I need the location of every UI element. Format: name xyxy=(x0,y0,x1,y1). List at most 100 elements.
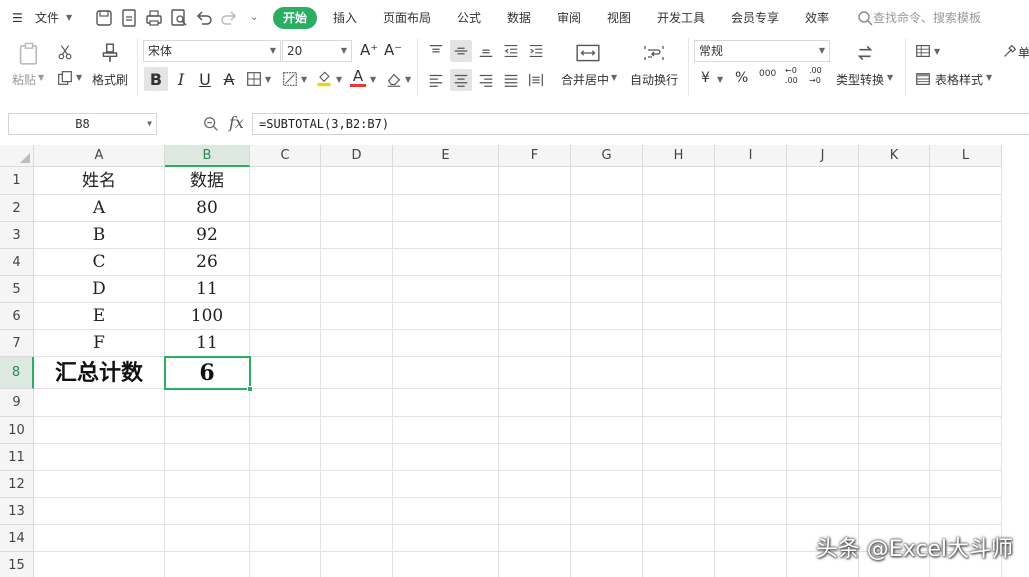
cell-h5[interactable] xyxy=(643,276,715,303)
cell-c13[interactable] xyxy=(250,498,321,525)
cell-i11[interactable] xyxy=(715,444,787,471)
column-header-h[interactable]: H xyxy=(643,145,715,167)
cell-b13[interactable] xyxy=(165,498,250,525)
cell-k5[interactable] xyxy=(859,276,930,303)
file-chevron-down-icon[interactable]: ▼ xyxy=(66,8,72,28)
cell-g9[interactable] xyxy=(571,389,643,417)
percent-button[interactable]: % xyxy=(735,70,748,86)
cell-g15[interactable] xyxy=(571,552,643,577)
number-format-select[interactable]: 常规 ▼ xyxy=(694,40,830,62)
row-header-5[interactable]: 5 xyxy=(0,276,34,303)
bold-button[interactable]: B xyxy=(144,67,168,91)
undo-icon[interactable] xyxy=(194,8,214,28)
cell-g1[interactable] xyxy=(571,167,643,195)
cell-a12[interactable] xyxy=(34,471,165,498)
cell-f4[interactable] xyxy=(499,249,571,276)
cell-a15[interactable] xyxy=(34,552,165,577)
cell-d8[interactable] xyxy=(321,357,393,389)
cell-e14[interactable] xyxy=(393,525,499,552)
tab-developer[interactable]: 开发工具 xyxy=(657,8,705,28)
cell-j2[interactable] xyxy=(787,195,859,222)
cell-a13[interactable] xyxy=(34,498,165,525)
cell-h13[interactable] xyxy=(643,498,715,525)
cell-a4[interactable]: C xyxy=(34,249,165,276)
cell-h4[interactable] xyxy=(643,249,715,276)
cell-b5[interactable]: 11 xyxy=(165,276,250,303)
cell-d2[interactable] xyxy=(321,195,393,222)
cell-d10[interactable] xyxy=(321,417,393,444)
cell-f3[interactable] xyxy=(499,222,571,249)
cell-c4[interactable] xyxy=(250,249,321,276)
align-left-icon[interactable] xyxy=(425,69,447,91)
increase-indent-icon[interactable] xyxy=(525,40,547,62)
clear-format-chevron-icon[interactable]: ▼ xyxy=(405,75,411,84)
zoom-search-icon[interactable] xyxy=(202,115,220,133)
cell-f14[interactable] xyxy=(499,525,571,552)
cell-l10[interactable] xyxy=(930,417,1002,444)
cell-c2[interactable] xyxy=(250,195,321,222)
row-header-14[interactable]: 14 xyxy=(0,525,34,552)
cell-j1[interactable] xyxy=(787,167,859,195)
cell-k9[interactable] xyxy=(859,389,930,417)
cell-d5[interactable] xyxy=(321,276,393,303)
cell-l2[interactable] xyxy=(930,195,1002,222)
redo-icon[interactable] xyxy=(219,8,239,28)
cell-l4[interactable] xyxy=(930,249,1002,276)
currency-chevron-icon[interactable]: ▼ xyxy=(717,75,723,84)
print-preview-icon[interactable] xyxy=(169,8,189,28)
cell-l1[interactable] xyxy=(930,167,1002,195)
cell-d13[interactable] xyxy=(321,498,393,525)
cell-j5[interactable] xyxy=(787,276,859,303)
cell-k3[interactable] xyxy=(859,222,930,249)
conditional-format-chevron-icon[interactable]: ▼ xyxy=(934,47,940,56)
cell-e5[interactable] xyxy=(393,276,499,303)
column-header-g[interactable]: G xyxy=(571,145,643,167)
cell-k4[interactable] xyxy=(859,249,930,276)
cell-a6[interactable]: E xyxy=(34,303,165,330)
copy-chevron-icon[interactable]: ▼ xyxy=(76,73,82,82)
cell-g10[interactable] xyxy=(571,417,643,444)
cell-k10[interactable] xyxy=(859,417,930,444)
cell-e9[interactable] xyxy=(393,389,499,417)
column-header-f[interactable]: F xyxy=(499,145,571,167)
cell-i12[interactable] xyxy=(715,471,787,498)
cell-g12[interactable] xyxy=(571,471,643,498)
row-header-9[interactable]: 9 xyxy=(0,389,34,417)
tab-page-layout[interactable]: 页面布局 xyxy=(383,8,431,28)
cell-c10[interactable] xyxy=(250,417,321,444)
tab-member[interactable]: 会员专享 xyxy=(731,8,779,28)
cell-c3[interactable] xyxy=(250,222,321,249)
cell-k6[interactable] xyxy=(859,303,930,330)
row-header-6[interactable]: 6 xyxy=(0,303,34,330)
row-header-2[interactable]: 2 xyxy=(0,195,34,222)
table-style-button[interactable]: 表格样式 xyxy=(935,71,983,88)
cell-g7[interactable] xyxy=(571,330,643,357)
type-convert-chevron-icon[interactable]: ▼ xyxy=(887,73,893,82)
column-header-d[interactable]: D xyxy=(321,145,393,167)
cell-e12[interactable] xyxy=(393,471,499,498)
cell-i5[interactable] xyxy=(715,276,787,303)
cell-d9[interactable] xyxy=(321,389,393,417)
cell-l13[interactable] xyxy=(930,498,1002,525)
cell-h11[interactable] xyxy=(643,444,715,471)
cell-d14[interactable] xyxy=(321,525,393,552)
increase-font-button[interactable]: A⁺ xyxy=(360,41,378,59)
cell-h2[interactable] xyxy=(643,195,715,222)
cell-f1[interactable] xyxy=(499,167,571,195)
cell-l8[interactable] xyxy=(930,357,1002,389)
cell-f10[interactable] xyxy=(499,417,571,444)
insert-function-button[interactable]: fx xyxy=(229,113,244,132)
cell-g14[interactable] xyxy=(571,525,643,552)
cell-i3[interactable] xyxy=(715,222,787,249)
cell-b3[interactable]: 92 xyxy=(165,222,250,249)
cell-a1[interactable]: 姓名 xyxy=(34,167,165,195)
file-menu[interactable]: 文件 xyxy=(35,8,59,28)
clear-format-icon[interactable] xyxy=(384,69,404,89)
cell-c5[interactable] xyxy=(250,276,321,303)
cell-i14[interactable] xyxy=(715,525,787,552)
cell-i10[interactable] xyxy=(715,417,787,444)
cell-b7[interactable]: 11 xyxy=(165,330,250,357)
column-header-k[interactable]: K xyxy=(859,145,930,167)
cell-a3[interactable]: B xyxy=(34,222,165,249)
thousands-separator-button[interactable]: 000 xyxy=(759,69,776,79)
